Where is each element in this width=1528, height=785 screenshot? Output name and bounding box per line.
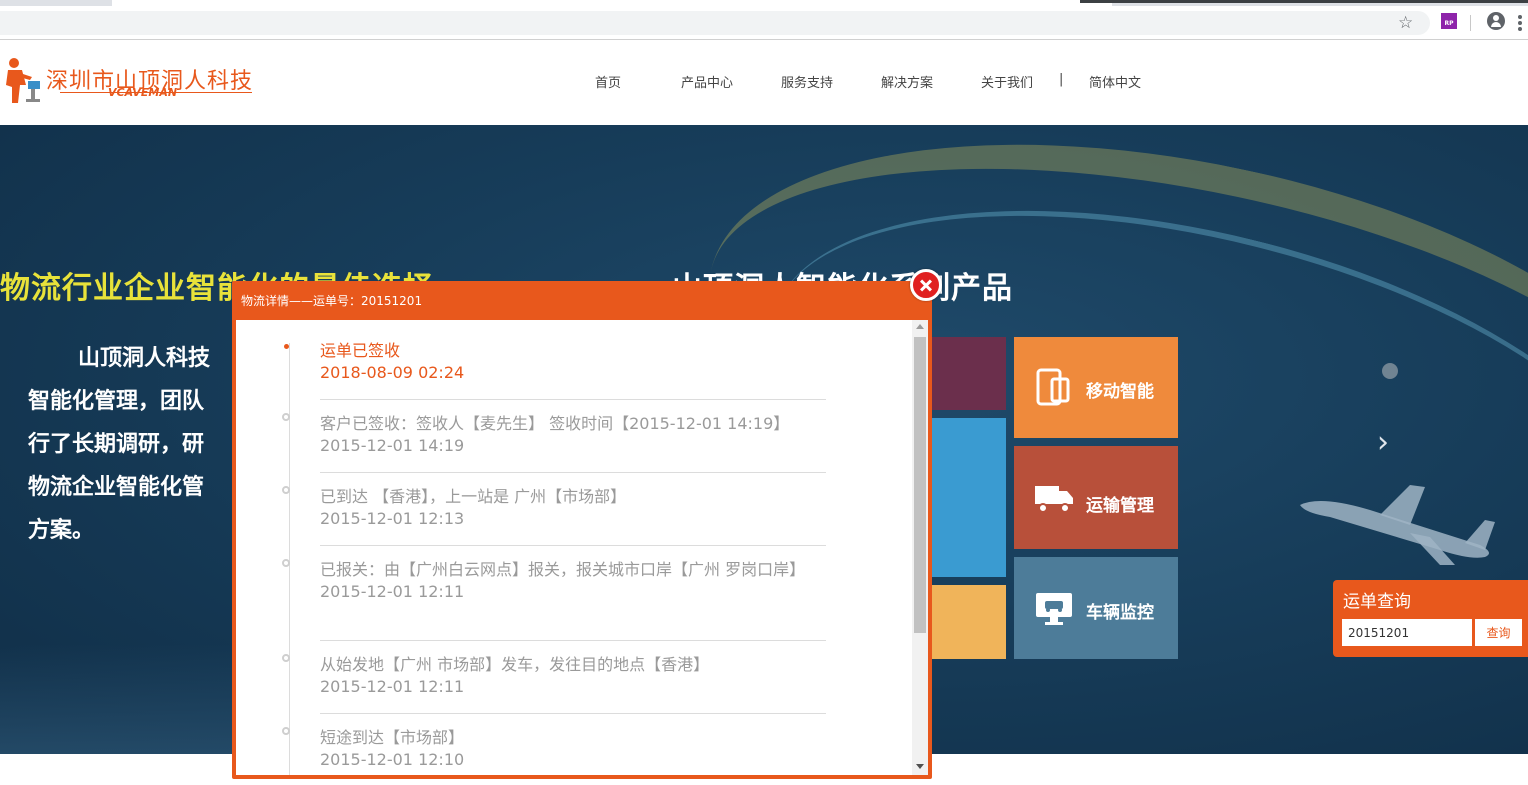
logo-subtext: VCAVEMAN <box>108 86 178 99</box>
timeline-event-text: 短途到达【市场部】 <box>320 728 465 747</box>
waybill-query-title: 运单查询 <box>1343 592 1411 612</box>
timeline-dot-active <box>284 344 289 349</box>
truck-icon <box>1035 486 1073 513</box>
timeline-separator <box>320 713 826 714</box>
timeline-dot <box>282 486 290 494</box>
browser-tab-edge <box>1080 0 1528 3</box>
timeline-dot <box>282 654 290 662</box>
close-icon[interactable] <box>910 269 942 301</box>
chevron-right-icon[interactable]: › <box>1377 425 1389 460</box>
timeline-event-text: 客户已签收：签收人【麦先生】 签收时间【2015-12-01 14:19】 <box>320 414 790 433</box>
timeline-event-time: 2015-12-01 12:13 <box>320 509 465 528</box>
logistics-detail-modal: 物流详情——运单号：20151201 运单已签收 2018-08-09 02:2… <box>232 269 942 779</box>
account-icon[interactable] <box>1487 12 1505 30</box>
tile-label: 移动智能 <box>1086 382 1154 402</box>
nav-home[interactable]: 首页 <box>595 72 621 91</box>
timeline-separator <box>320 545 826 546</box>
browser-toolbar: ☆ RP <box>0 6 1528 40</box>
nav-separator: | <box>1059 72 1064 87</box>
airplane-icon <box>1300 485 1495 565</box>
timeline-event: 运单已签收 2018-08-09 02:24 <box>320 340 826 384</box>
timeline-event-text: 从始发地【广州 市场部】发车，发往目的地点【香港】 <box>320 655 710 674</box>
waybill-query-widget: 运单查询 查询 <box>1333 580 1528 657</box>
timeline-event: 客户已签收：签收人【麦先生】 签收时间【2015-12-01 14:19】 20… <box>320 413 826 457</box>
tile-label: 运输管理 <box>1086 496 1154 516</box>
timeline-separator <box>320 472 826 473</box>
browser-menu-icon[interactable] <box>1518 15 1522 31</box>
timeline-separator <box>320 640 826 641</box>
hero-paragraph-line: 物流企业智能化管 <box>28 475 205 500</box>
timeline-event: 短途到达【市场部】 2015-12-01 12:10 <box>320 727 826 771</box>
nav-language[interactable]: 简体中文 <box>1089 72 1141 91</box>
hero-paragraph-line: 山顶洞人科技 <box>78 346 211 371</box>
nav-about[interactable]: 关于我们 <box>981 72 1033 91</box>
modal-title: 物流详情——运单号：20151201 <box>241 294 423 308</box>
monitor-car-icon <box>1036 593 1072 625</box>
tile-transport-management[interactable]: 运输管理 <box>1014 446 1178 549</box>
timeline-event-text: 已到达 【香港】，上一站是 广州【市场部】 <box>320 487 627 506</box>
tile-vehicle-monitoring[interactable]: 车辆监控 <box>1014 557 1178 659</box>
timeline-event-time: 2018-08-09 02:24 <box>320 363 465 382</box>
timeline-event: 已报关：由【广州白云网点】报关，报关城市口岸【广州 罗岗口岸】 2015-12-… <box>320 559 826 603</box>
modal-body: 运单已签收 2018-08-09 02:24 客户已签收：签收人【麦先生】 签收… <box>236 320 928 775</box>
timeline-event-text: 已报关：由【广州白云网点】报关，报关城市口岸【广州 罗岗口岸】 <box>320 560 806 579</box>
timeline-dot <box>282 559 290 567</box>
tile-label: 车辆监控 <box>1086 603 1154 623</box>
hero-paragraph-line: 智能化管理，团队 <box>28 389 205 414</box>
timeline-dot <box>282 727 290 735</box>
nav-products[interactable]: 产品中心 <box>681 72 733 91</box>
timeline-event: 已到达 【香港】，上一站是 广州【市场部】 2015-12-01 12:13 <box>320 486 826 530</box>
nav-solutions[interactable]: 解决方案 <box>881 72 933 91</box>
mobile-icon <box>1036 368 1070 406</box>
hero-paragraph-line: 行了长期调研，研 <box>28 432 205 457</box>
timeline-event-time: 2015-12-01 12:11 <box>320 677 465 696</box>
timeline-event-time: 2015-12-01 14:19 <box>320 436 465 455</box>
waybill-number-input[interactable] <box>1342 619 1472 646</box>
timeline-event-time: 2015-12-01 12:10 <box>320 750 465 769</box>
star-icon[interactable]: ☆ <box>1398 13 1413 33</box>
decorative-dot <box>1382 363 1398 379</box>
timeline-event: 从始发地【广州 市场部】发车，发往目的地点【香港】 2015-12-01 12:… <box>320 654 826 698</box>
modal-scrollbar[interactable] <box>912 320 928 775</box>
waybill-query-button[interactable]: 查询 <box>1475 619 1522 646</box>
timeline-dot <box>282 413 290 421</box>
hero-paragraph-line: 方案。 <box>28 518 95 543</box>
rp-extension-icon[interactable]: RP <box>1441 13 1457 29</box>
site-header: 深圳市山顶洞人科技 VCAVEMAN 首页 产品中心 服务支持 解决方案 关于我… <box>0 41 1528 125</box>
caveman-logo-icon <box>6 58 40 103</box>
timeline-separator <box>320 399 826 400</box>
timeline-event-time: 2015-12-01 12:11 <box>320 582 465 601</box>
timeline-event-text: 运单已签收 <box>320 341 401 360</box>
timeline-line <box>289 343 290 775</box>
scrollbar-thumb[interactable] <box>914 337 926 633</box>
scroll-up-arrow-icon[interactable] <box>916 324 924 329</box>
scroll-down-arrow-icon[interactable] <box>916 764 924 769</box>
tile-mobile-smart[interactable]: 移动智能 <box>1014 337 1178 438</box>
address-bar[interactable] <box>0 11 1430 35</box>
hero-paragraph: 山顶洞人科技 智能化管理，团队 行了长期调研，研 物流企业智能化管 方案。 <box>28 337 233 552</box>
nav-support[interactable]: 服务支持 <box>781 72 833 91</box>
toolbar-divider <box>1470 15 1471 31</box>
